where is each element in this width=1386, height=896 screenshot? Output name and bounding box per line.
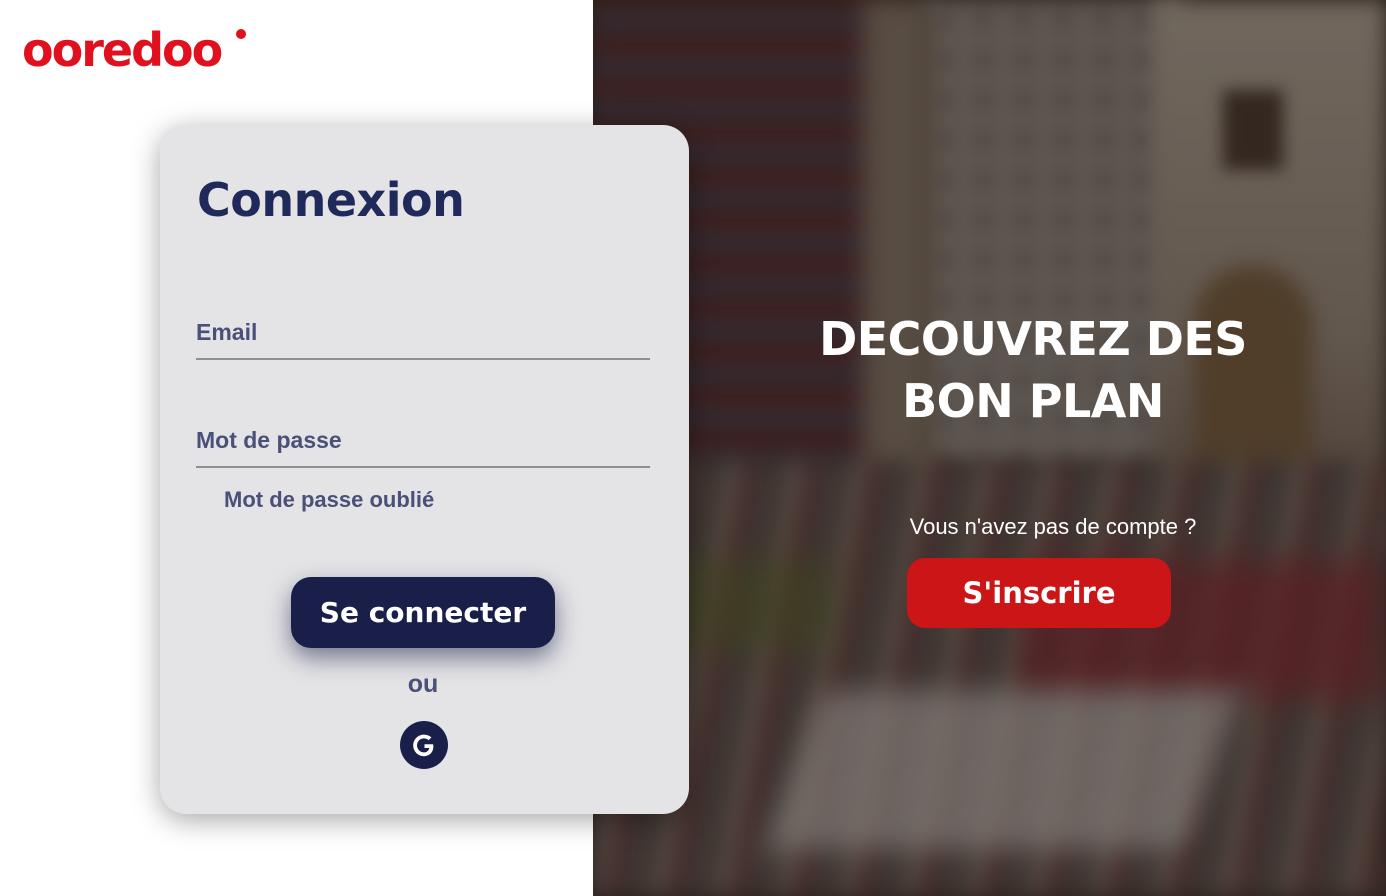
no-account-text: Vous n'avez pas de compte ? — [909, 514, 1197, 539]
forgot-password-link[interactable]: Mot de passe oublié — [224, 487, 434, 513]
background-overlay — [593, 0, 1386, 896]
login-button[interactable]: Se connecter — [291, 577, 555, 648]
google-icon — [413, 734, 434, 757]
hero-headline: DECOUVREZ DES BON PLAN — [773, 308, 1293, 432]
password-field[interactable] — [196, 414, 650, 468]
ooredoo-logo-mark: ooredoo — [22, 23, 246, 77]
ooredoo-logo: ooredoo — [22, 23, 248, 77]
hero-panel: DECOUVREZ DES BON PLAN Vous n'avez pas d… — [593, 0, 1386, 896]
logo-dot — [236, 29, 246, 39]
login-title: Connexion — [197, 173, 465, 227]
signup-button[interactable]: S'inscrire — [907, 558, 1171, 628]
google-login-button[interactable] — [400, 721, 448, 769]
or-separator: ou — [407, 670, 439, 698]
hero-headline-line-2: BON PLAN — [902, 374, 1164, 428]
hero-headline-line-1: DECOUVREZ DES — [819, 312, 1247, 366]
logo-wordmark: ooredoo — [22, 26, 222, 72]
login-card: Connexion Mot de passe oublié Se connect… — [160, 125, 689, 814]
email-field[interactable] — [196, 306, 650, 360]
